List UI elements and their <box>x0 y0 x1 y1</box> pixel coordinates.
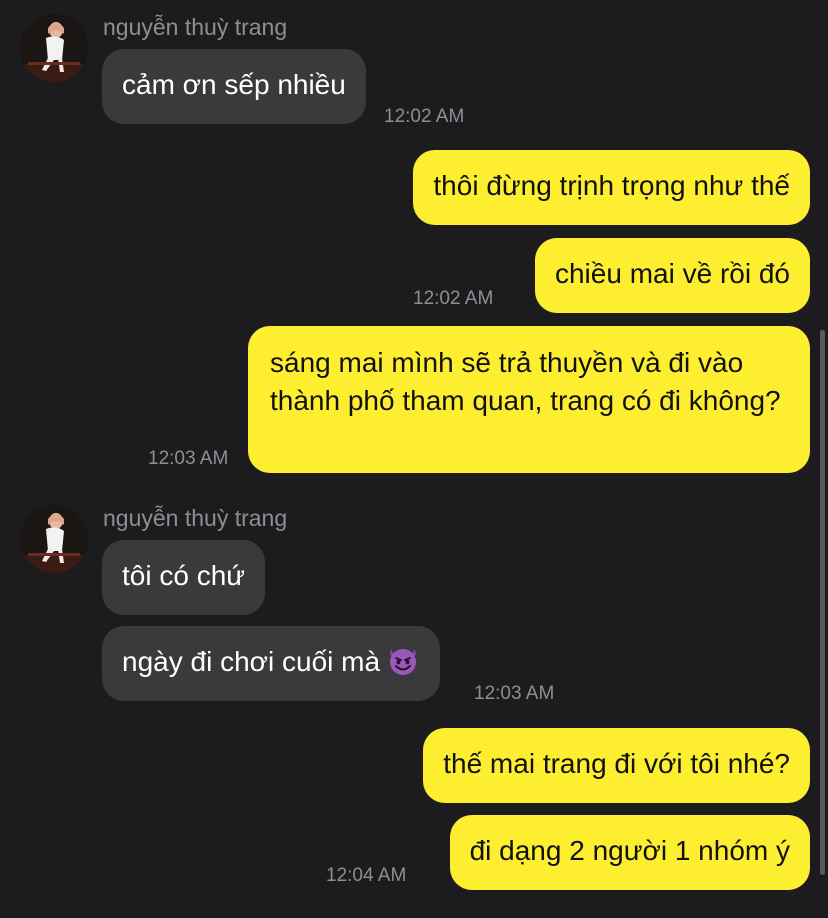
smiling-devil-emoji-icon <box>386 643 420 688</box>
message-timestamp: 12:02 AM <box>413 288 494 309</box>
message-timestamp: 12:02 AM <box>384 106 465 127</box>
sender-name: nguyễn thuỳ trang <box>103 14 288 40</box>
outgoing-message[interactable]: sáng mai mình sẽ trả thuyền và đi vào th… <box>248 326 810 473</box>
message-timestamp: 12:04 AM <box>326 865 407 886</box>
sender-name: nguyễn thuỳ trang <box>103 505 288 531</box>
scrollbar[interactable] <box>820 330 825 875</box>
avatar-photo-icon <box>20 505 88 573</box>
incoming-message[interactable]: tôi có chứ <box>102 540 266 615</box>
contact-avatar[interactable] <box>20 505 88 573</box>
outgoing-message[interactable]: thế mai trang đi với tôi nhé? <box>423 728 810 803</box>
message-timestamp: 12:03 AM <box>474 683 555 704</box>
outgoing-message[interactable]: đi dạng 2 người 1 nhóm ý <box>449 815 810 890</box>
outgoing-message[interactable]: thôi đừng trịnh trọng như thế <box>413 150 810 225</box>
avatar-photo-icon <box>20 14 88 82</box>
contact-avatar[interactable] <box>20 14 88 82</box>
chat-screen: nguyễn thuỳ trang cảm ơn sếp nhiều 12:02… <box>0 0 828 918</box>
incoming-message[interactable]: cảm ơn sếp nhiều <box>102 49 366 124</box>
incoming-message-text: ngày đi chơi cuối mà <box>122 646 381 677</box>
incoming-message[interactable]: ngày đi chơi cuối mà <box>102 626 441 701</box>
outgoing-message[interactable]: chiều mai về rồi đó <box>534 238 810 313</box>
message-timestamp: 12:03 AM <box>148 448 229 469</box>
